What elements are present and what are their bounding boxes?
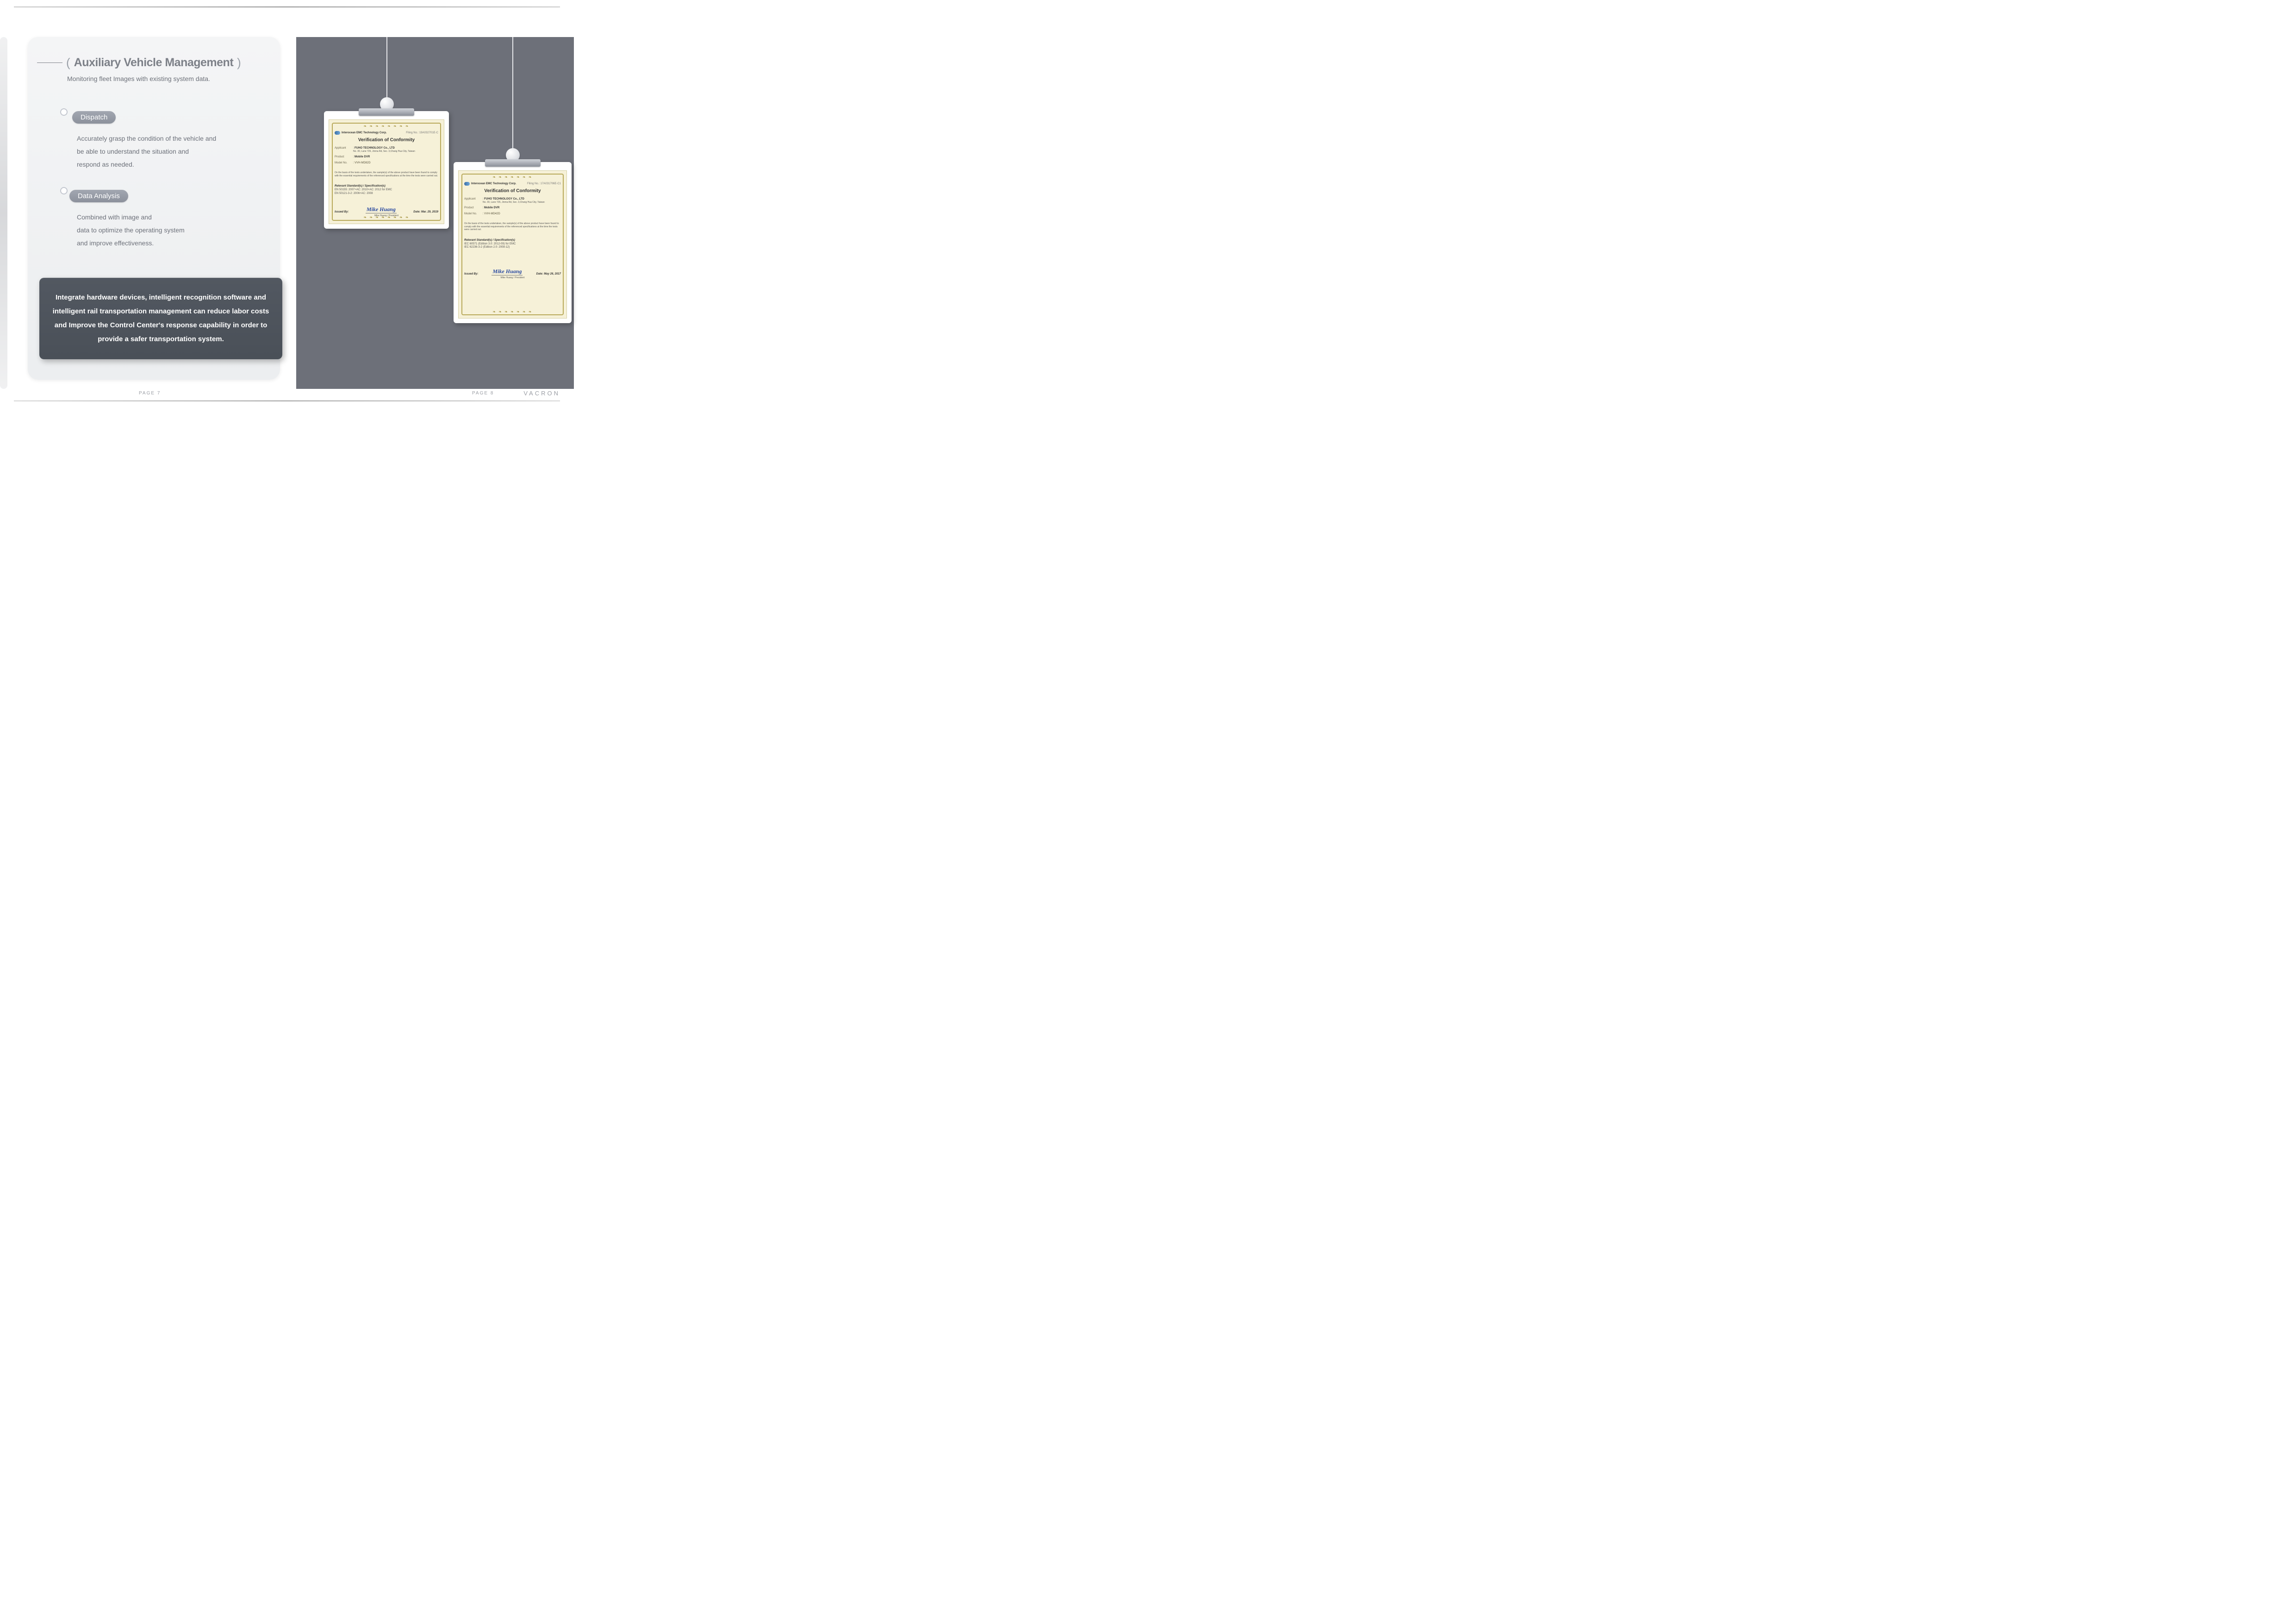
cert-address: No. 30, Lane 726, Jinma Rd, Sec. 3,Chang… xyxy=(353,150,438,153)
label-product: Product xyxy=(464,206,482,210)
clipboard-clip-icon xyxy=(359,108,414,116)
hanger-line xyxy=(386,37,387,100)
callout-box: Integrate hardware devices, intelligent … xyxy=(39,278,282,359)
cert-title: Verification of Conformity xyxy=(464,188,561,194)
cert-address: No. 30, Lane 726, Jinma Rd, Sec. 3,Chang… xyxy=(483,201,561,204)
hanger-line xyxy=(512,37,513,150)
cert-ornament-icon: ❧ ❧ ❧ ❧ ❧ ❧ ❧ xyxy=(459,175,566,179)
cert-issuer: Interocean EMC Technology Corp. xyxy=(471,182,516,185)
cert-date: Date: Mar. 29, 2019 xyxy=(413,211,438,213)
bracket-right-icon: ) xyxy=(237,56,241,70)
certificate-2: ❧ ❧ ❧ ❧ ❧ ❧ ❧ ❧ ❧ ❧ ❧ ❧ ❧ ❧ Interocean E… xyxy=(458,170,567,319)
cert-product: Mobile DVR xyxy=(355,156,370,158)
cert-ornament-icon: ❧ ❧ ❧ ❧ ❧ ❧ ❧ xyxy=(459,310,566,314)
cert-issuer: Interocean EMC Technology Corp. xyxy=(342,131,387,134)
page-number-left: PAGE 7 xyxy=(139,391,161,396)
cert-title: Verification of Conformity xyxy=(335,137,438,143)
cert-standards: IEC 60571 (Edition 3.0: 2012-09) for EMC… xyxy=(464,243,561,250)
heading-row: ( Auxiliary Vehicle Management ) xyxy=(37,56,241,70)
cert-issued-by-label: Issued By: xyxy=(464,273,478,275)
cert-issued-by-label: Issued By: xyxy=(335,211,348,213)
cert-ornament-icon: ❧ ❧ ❧ ❧ ❧ ❧ ❧ ❧ xyxy=(329,215,444,219)
certificate-1: ❧ ❧ ❧ ❧ ❧ ❧ ❧ ❧ ❧ ❧ ❧ ❧ ❧ ❧ ❧ ❧ Interoce… xyxy=(329,119,444,224)
cert-signature: Mike Huang xyxy=(366,206,397,213)
label-model: Model No. xyxy=(464,212,482,216)
right-page: ❧ ❧ ❧ ❧ ❧ ❧ ❧ ❧ ❧ ❧ ❧ ❧ ❧ ❧ ❧ ❧ Interoce… xyxy=(296,37,574,389)
cert-std-title: Relevant Standard(s) / Specification(s) xyxy=(335,185,438,187)
heading-line xyxy=(37,62,62,63)
analysis-pill: Data Analysis xyxy=(69,190,128,202)
label-applicant: Applicant xyxy=(335,146,352,150)
cert-std-title: Relevant Standard(s) / Specification(s) xyxy=(464,239,561,242)
page-subheading: Monitoring fleet Images with existing sy… xyxy=(67,75,210,82)
cert-product: Mobile DVR xyxy=(484,206,499,209)
bottom-divider xyxy=(14,400,560,401)
page-heading: Auxiliary Vehicle Management xyxy=(74,56,233,69)
clipboard-clip-icon xyxy=(485,159,541,167)
bullet-ring-icon xyxy=(60,108,68,116)
left-page: ( Auxiliary Vehicle Management ) Monitor… xyxy=(0,37,287,389)
cert-sign-sub: Mike Huang / President xyxy=(464,276,561,279)
clipboard-cert-1: ❧ ❧ ❧ ❧ ❧ ❧ ❧ ❧ ❧ ❧ ❧ ❧ ❧ ❧ ❧ ❧ Interoce… xyxy=(324,111,449,229)
analysis-body: Combined with image anddata to optimize … xyxy=(77,211,185,250)
bracket-left-icon: ( xyxy=(66,56,70,70)
cert-standards: EN 50155: 2007+AC: 2010+AC: 2012 for EMC… xyxy=(335,188,438,196)
page-number-right: PAGE 8 xyxy=(472,391,494,396)
cert-applicant: FUHO TECHNOLOGY Co., LTD xyxy=(355,147,395,150)
issuer-logo-icon xyxy=(335,131,340,135)
cert-date: Date: May 26, 2017 xyxy=(536,273,561,275)
label-applicant: Applicant xyxy=(464,197,482,201)
bullet-ring-icon xyxy=(60,187,68,194)
cert-signature: Mike Huang xyxy=(492,268,523,275)
cert-model: VVH-MD42D xyxy=(484,212,500,215)
cert-applicant: FUHO TECHNOLOGY Co., LTD xyxy=(484,198,524,200)
cert-model: VVH-MD82D xyxy=(355,162,371,164)
left-gradient-bar xyxy=(0,37,7,389)
cert-filing: Filing No.: 17A031706E-C1 xyxy=(527,182,561,185)
clipboard-cert-2: ❧ ❧ ❧ ❧ ❧ ❧ ❧ ❧ ❧ ❧ ❧ ❧ ❧ ❧ Interocean E… xyxy=(454,162,572,323)
issuer-logo-icon xyxy=(464,182,470,186)
top-divider xyxy=(14,6,560,7)
dispatch-pill: Dispatch xyxy=(72,111,116,124)
cert-filing: Filing No.: 19A032701E-C xyxy=(406,131,438,134)
brand-logo: VACRON xyxy=(523,390,560,397)
section-analysis: Data Analysis Combined with image anddat… xyxy=(65,190,185,250)
label-product: Product xyxy=(335,155,352,159)
cert-ornament-icon: ❧ ❧ ❧ ❧ ❧ ❧ ❧ ❧ xyxy=(329,124,444,128)
section-dispatch: Dispatch Accurately grasp the condition … xyxy=(65,111,216,171)
cert-basis: On the basis of the tests undertaken, th… xyxy=(464,222,561,231)
label-model: Model No. xyxy=(335,161,352,165)
cert-basis: On the basis of the tests undertaken, th… xyxy=(335,171,438,177)
dispatch-body: Accurately grasp the condition of the ve… xyxy=(77,132,216,171)
